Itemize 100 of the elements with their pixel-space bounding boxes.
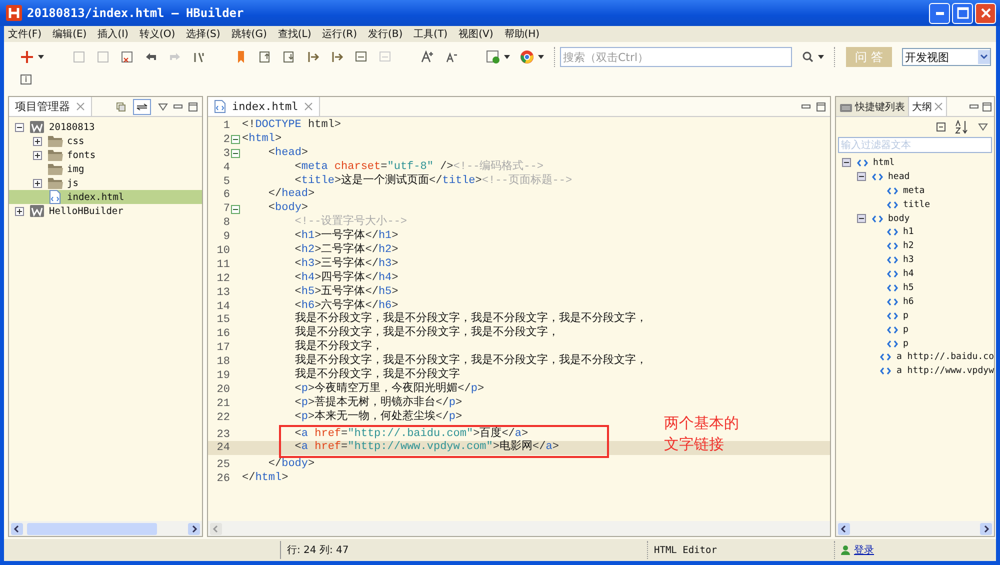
new-page-icon[interactable] [486, 50, 500, 64]
link-editor-icon[interactable] [133, 98, 151, 114]
tree-item[interactable]: index.html [9, 190, 202, 204]
horizontal-scrollbar[interactable] [836, 521, 994, 536]
menu-item[interactable]: 编辑(E) [52, 27, 87, 41]
login-link[interactable]: 登录 [854, 543, 874, 557]
dropdown-caret-icon[interactable] [538, 55, 544, 59]
code-tag-icon [887, 200, 898, 209]
view-menu-icon[interactable] [158, 102, 168, 110]
outline-item[interactable]: a http://.baidu.co [836, 350, 994, 364]
page-down-icon[interactable] [282, 50, 296, 64]
expand-toggle-icon[interactable] [15, 206, 24, 216]
outline-item[interactable]: html [836, 156, 994, 170]
outline-item[interactable]: body [836, 212, 994, 226]
close-button[interactable] [975, 2, 996, 24]
collapse-all-icon[interactable] [116, 102, 126, 112]
search-field[interactable]: 搜索（双击Ctrl） [560, 47, 792, 67]
menu-item[interactable]: 运行(R) [322, 27, 357, 41]
minimize-icon[interactable] [801, 102, 811, 110]
panel-tab[interactable]: 快捷键列表 [836, 97, 909, 116]
outline-item[interactable]: head [836, 170, 994, 184]
tree-item[interactable]: 20180813 [9, 120, 202, 134]
tree-item[interactable]: HelloHBuilder [9, 204, 202, 218]
outline-item[interactable]: h6 [836, 294, 994, 309]
fold-toggle-icon[interactable] [230, 149, 240, 158]
code-line: 我是不分段文字，我是不分段文字，我是不分段文字， [294, 327, 559, 340]
perspective-dropdown[interactable]: 开发视图 [902, 48, 991, 66]
font-larger-icon[interactable] [420, 50, 434, 64]
collapse-toggle-icon[interactable] [857, 214, 866, 223]
collapse-toggle-icon[interactable] [842, 158, 851, 168]
maximize-icon[interactable] [982, 102, 992, 112]
minimize-icon[interactable] [173, 102, 183, 110]
minimize-button[interactable] [929, 2, 950, 24]
collapse-toggle-icon[interactable] [15, 122, 24, 132]
project-icon [29, 120, 45, 134]
page-up-icon[interactable] [258, 50, 272, 64]
font-smaller-icon[interactable] [444, 50, 458, 64]
menu-item[interactable]: 插入(I) [98, 27, 128, 41]
expand-toggle-icon[interactable] [33, 150, 42, 160]
browser-icon[interactable] [520, 50, 534, 64]
outline-item[interactable]: h2 [836, 239, 994, 254]
line-number: 10 [216, 244, 230, 257]
menu-item[interactable]: 选择(S) [186, 27, 220, 41]
expand-toggle-icon[interactable] [33, 136, 42, 146]
code-tag-icon [887, 256, 898, 264]
outline-item[interactable]: h3 [836, 253, 994, 268]
menu-item[interactable]: 工具(T) [414, 27, 448, 41]
sort-icon[interactable] [955, 120, 969, 134]
indent-left-icon[interactable] [306, 50, 320, 64]
panel-tab[interactable]: 大纲 [909, 97, 947, 116]
minimize-icon[interactable] [969, 102, 979, 110]
outline-item[interactable]: title [836, 198, 994, 212]
fold-toggle-icon[interactable] [230, 135, 240, 144]
editor-tab[interactable]: index.html [208, 97, 320, 116]
outline-item[interactable]: p [836, 308, 994, 323]
outline-item[interactable]: h1 [836, 225, 994, 240]
horizontal-scrollbar[interactable] [208, 521, 830, 536]
menu-item[interactable]: 跳转(G) [231, 27, 267, 41]
info-icon[interactable] [20, 74, 32, 86]
tree-item[interactable]: img [9, 162, 202, 176]
dropdown-caret-icon[interactable] [504, 55, 510, 59]
view-menu-icon[interactable] [978, 123, 988, 131]
collapse-toggle-icon[interactable] [857, 172, 866, 182]
horizontal-scrollbar[interactable] [9, 521, 202, 536]
outline-item[interactable]: p [836, 322, 994, 337]
line-number: 26 [216, 473, 230, 486]
tree-item[interactable]: js [9, 176, 202, 190]
menu-item[interactable]: 视图(V) [458, 27, 494, 41]
menu-item[interactable]: 文件(F) [8, 27, 42, 41]
outline-item[interactable]: meta [836, 184, 994, 198]
menu-item[interactable]: 转义(O) [139, 27, 176, 41]
plus-icon[interactable] [20, 50, 34, 64]
close-icon[interactable] [304, 102, 314, 111]
close-icon[interactable] [76, 102, 85, 111]
menu-item[interactable]: 发行(B) [368, 27, 403, 41]
filter-field[interactable]: 输入过滤器文本 [838, 137, 992, 153]
fold-toggle-icon[interactable] [230, 204, 240, 214]
indent-right-icon[interactable] [330, 50, 344, 64]
folder-icon [47, 176, 63, 190]
menu-item[interactable]: 帮助(H) [504, 27, 540, 41]
search-icon[interactable] [802, 51, 814, 63]
dropdown-caret-icon[interactable] [818, 55, 824, 59]
close-file-icon[interactable] [120, 50, 134, 64]
outline-item[interactable]: h5 [836, 281, 994, 295]
close-icon[interactable] [934, 102, 943, 111]
outline-item[interactable]: a http://www.vpdyw [836, 364, 994, 378]
maximize-icon[interactable] [188, 102, 198, 112]
outline-item[interactable]: h4 [836, 267, 994, 282]
outline-item[interactable]: p [836, 336, 994, 350]
expand-toggle-icon[interactable] [33, 178, 42, 188]
line-number: 21 [216, 398, 230, 410]
menu-item[interactable]: 查找(L) [278, 27, 312, 41]
folder-icon [47, 134, 63, 148]
dropdown-caret-icon[interactable] [38, 55, 44, 59]
panel-tab[interactable]: 项目管理器 [9, 97, 92, 116]
maximize-icon[interactable] [816, 102, 826, 112]
collapse-icon[interactable] [936, 122, 946, 132]
tree-item[interactable]: fonts [9, 148, 202, 162]
tree-item[interactable]: css [9, 134, 202, 148]
maximize-button[interactable] [952, 2, 973, 24]
